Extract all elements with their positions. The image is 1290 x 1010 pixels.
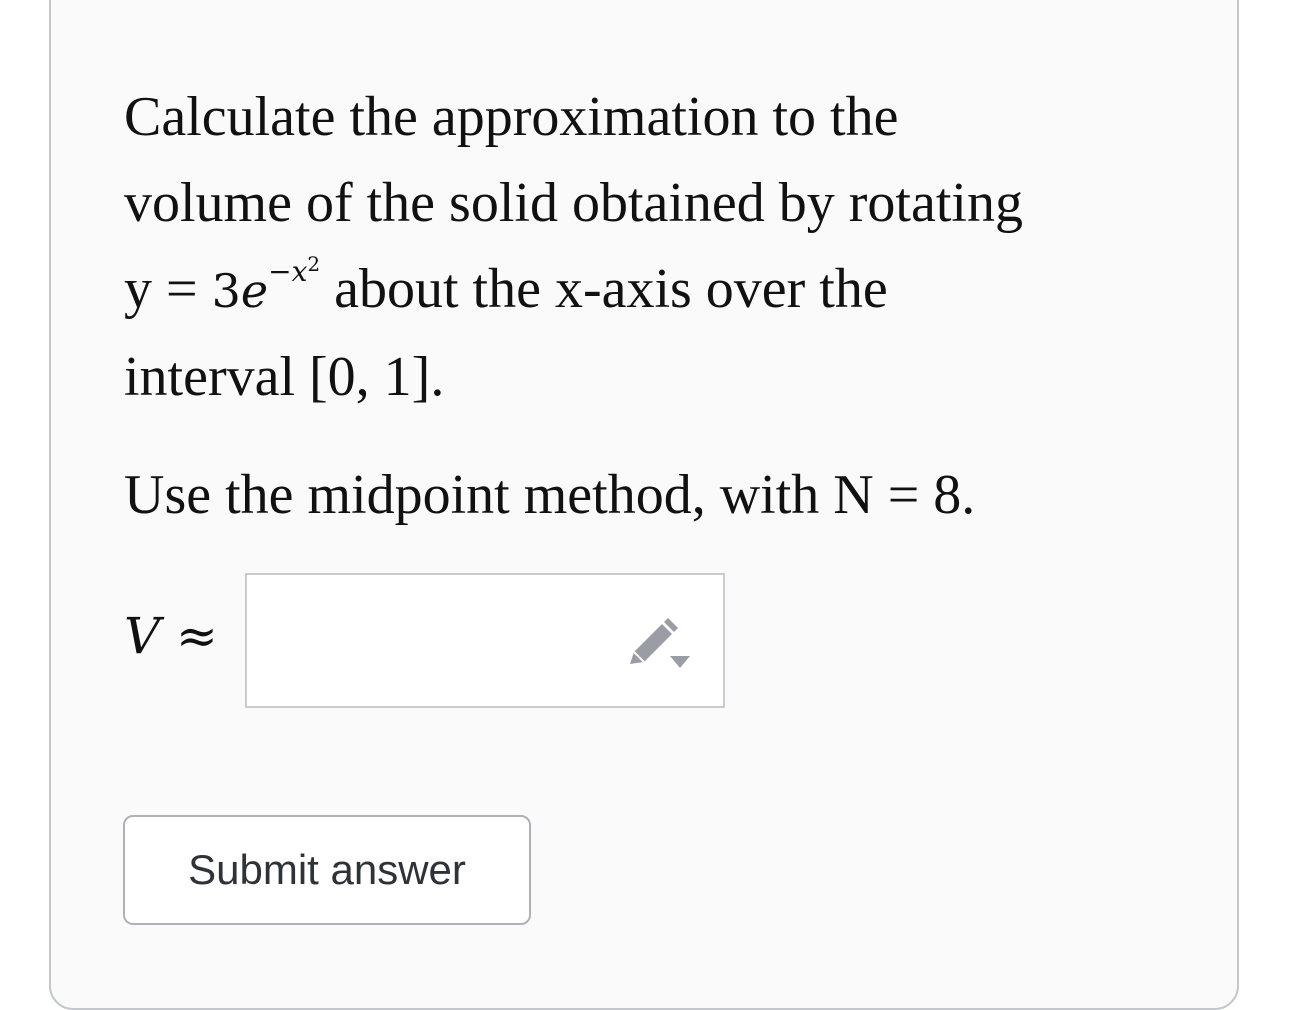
equation-lhs: y = <box>124 258 212 320</box>
submit-answer-button[interactable]: Submit answer <box>123 815 531 925</box>
question-line-2: volume of the solid obtained by rotating <box>124 172 1023 234</box>
pencil-dropdown-icon[interactable] <box>626 616 694 672</box>
question-line-4: interval [0, 1]. <box>124 346 445 408</box>
question-text: Calculate the approximation to the volum… <box>124 74 1164 420</box>
approx-symbol: ≈ <box>176 607 218 665</box>
method-instruction: Use the midpoint method, with N = 8. <box>124 464 976 526</box>
question-line-3: y = 3e−x2 about the x-axis over the <box>124 246 1164 334</box>
equation-exponent: −x2 <box>268 252 321 288</box>
question-line-1: Calculate the approximation to the <box>124 86 899 148</box>
equation-coefficient: 3 <box>211 264 241 318</box>
question-line-3-text: about the x-axis over the <box>334 258 888 320</box>
answer-label: V ≈ <box>124 606 218 666</box>
answer-variable: V <box>124 607 161 665</box>
equation-base: e <box>240 264 269 318</box>
